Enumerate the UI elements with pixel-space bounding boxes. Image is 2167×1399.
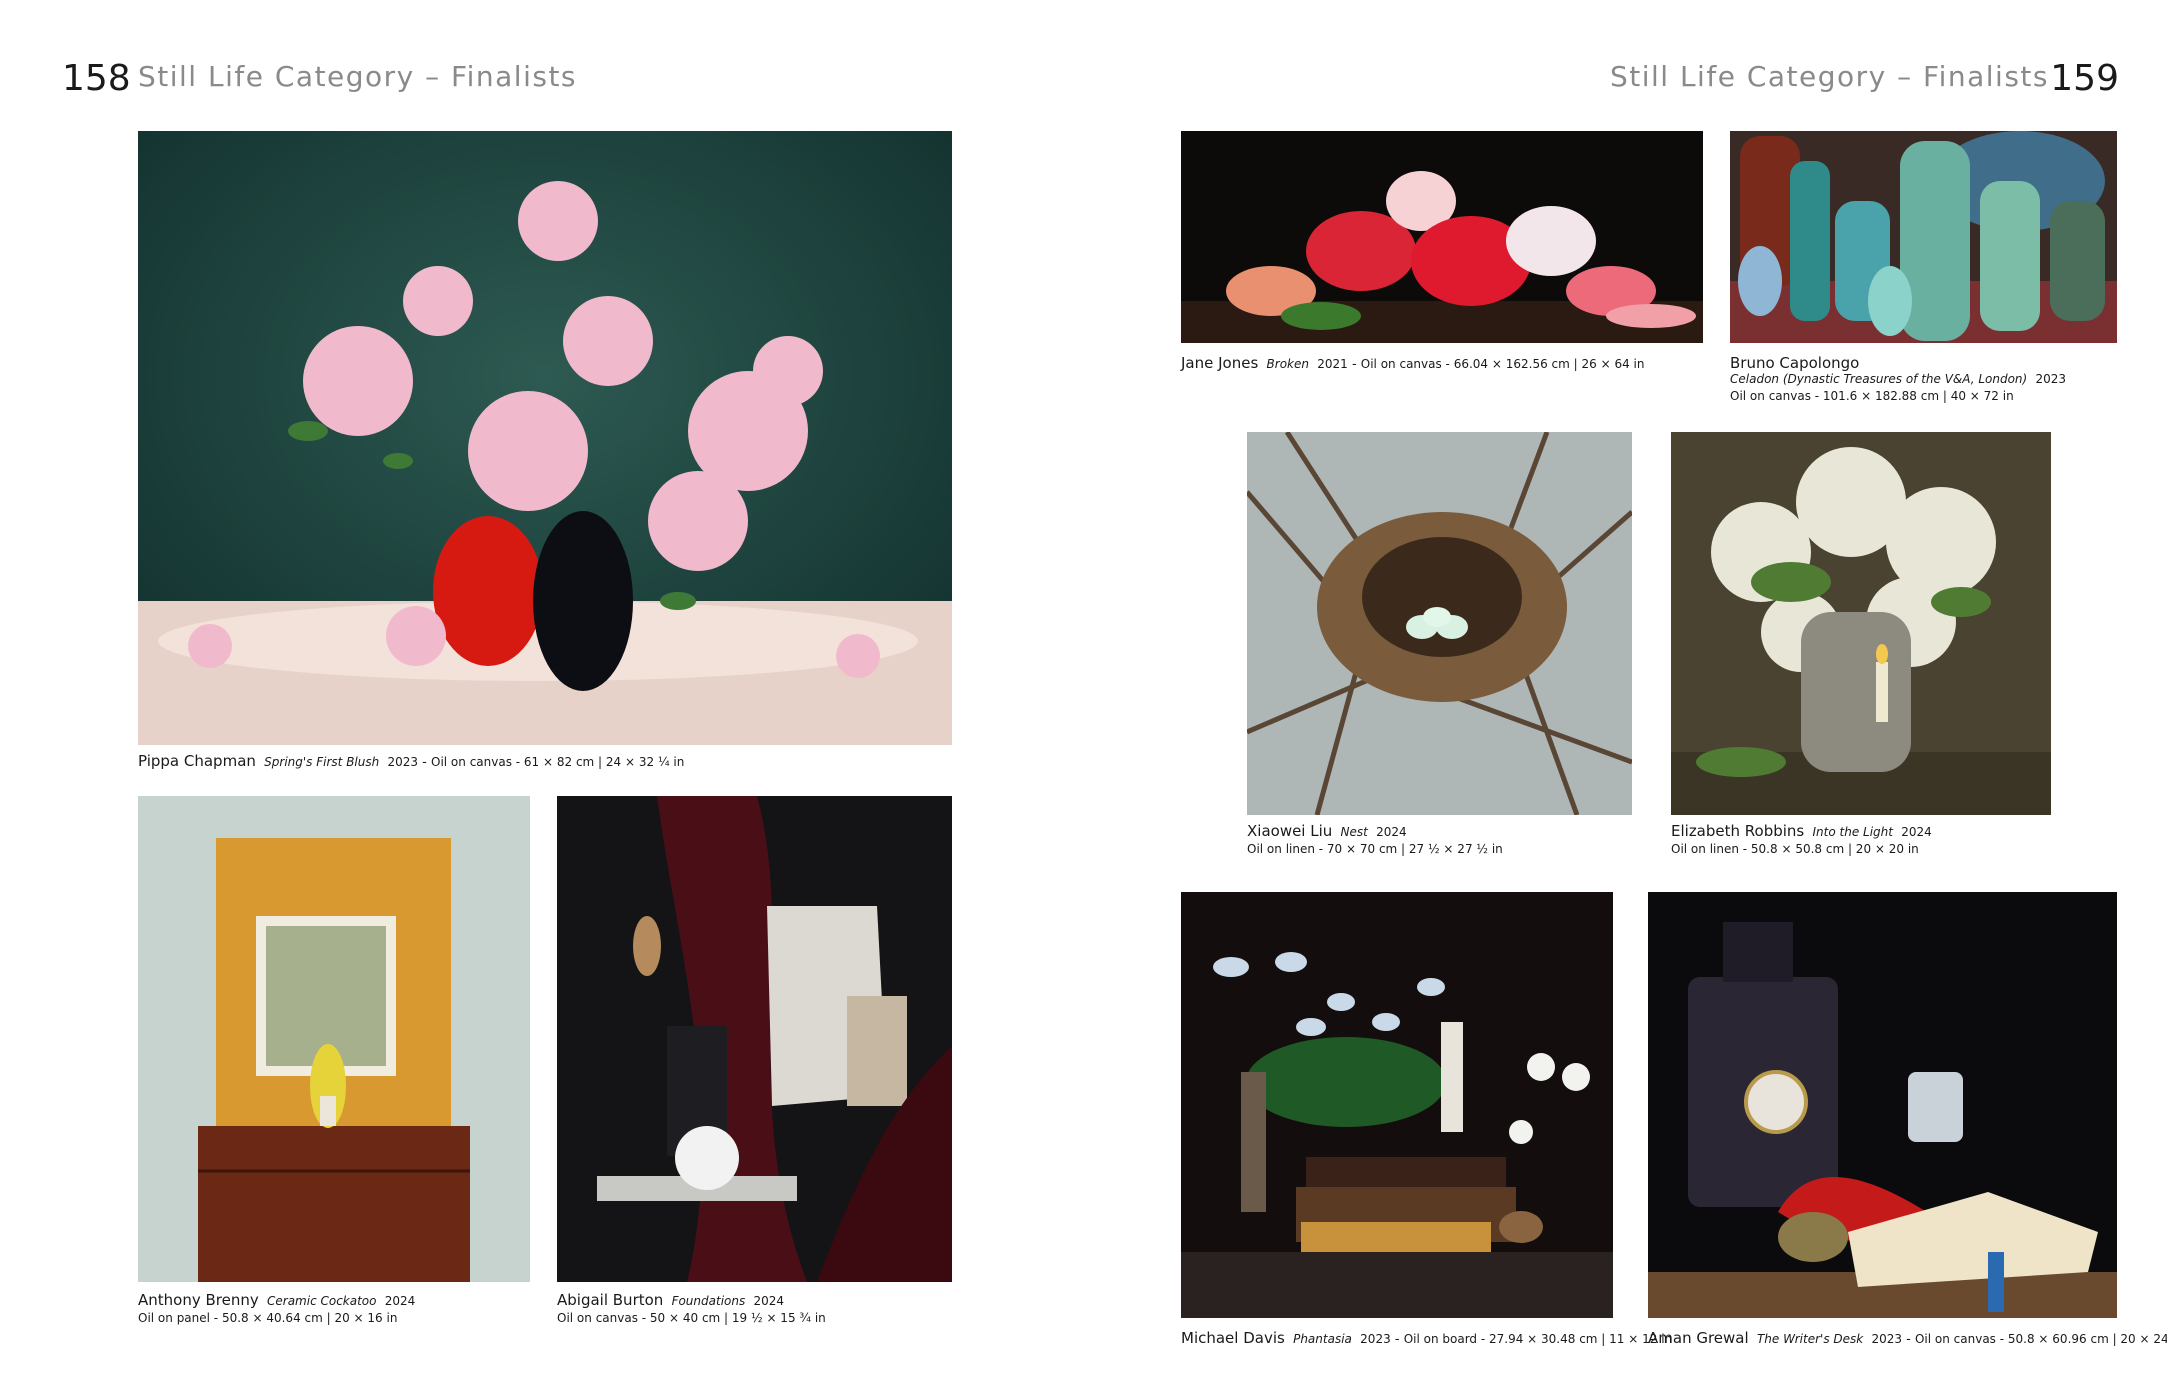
artwork-year: 2023	[1360, 1332, 1391, 1346]
caption-abigail-burton: Abigail Burton Foundations 2024 Oil on c…	[557, 1292, 826, 1326]
artwork-details: Oil on linen - 50.8 × 50.8 cm | 20 × 20 …	[1671, 842, 1919, 856]
artwork-title: Celadon (Dynastic Treasures of the V&A, …	[1730, 372, 2028, 386]
artwork-title: The Writer's Desk	[1756, 1332, 1864, 1346]
caption-aman-grewal: Aman Grewal The Writer's Desk 2023 - Oil…	[1648, 1330, 2167, 1348]
artist-name: Bruno Capolongo	[1730, 354, 1860, 372]
painting-broken	[1181, 131, 1703, 343]
artwork-details: Oil on board - 27.94 × 30.48 cm | 11 × 1…	[1403, 1332, 1673, 1346]
artist-name: Anthony Brenny	[138, 1291, 259, 1309]
painting-springs-first-blush	[138, 131, 952, 745]
artwork-title: Broken	[1266, 357, 1309, 371]
caption-michael-davis: Michael Davis Phantasia 2023 - Oil on bo…	[1181, 1329, 1673, 1347]
artist-name: Elizabeth Robbins	[1671, 822, 1805, 840]
artwork-details: Oil on canvas - 101.6 × 182.88 cm | 40 ×…	[1730, 389, 2014, 403]
artwork-details: Oil on panel - 50.8 × 40.64 cm | 20 × 16…	[138, 1311, 398, 1325]
artwork-title: Into the Light	[1812, 825, 1893, 839]
artwork-year: 2024	[1901, 825, 1932, 839]
painting-phantasia	[1181, 892, 1613, 1318]
right-page-number: 159	[2050, 58, 2119, 99]
painting-nest	[1247, 432, 1632, 815]
artwork-year: 2023	[1871, 1332, 1903, 1346]
caption-pippa-chapman: Pippa Chapman Spring's First Blush 2023 …	[138, 752, 685, 770]
artwork-title: Nest	[1340, 825, 1368, 839]
artist-name: Jane Jones	[1181, 354, 1259, 372]
painting-ceramic-cockatoo	[138, 796, 530, 1282]
caption-elizabeth-robbins: Elizabeth Robbins Into the Light 2024 Oi…	[1671, 823, 1932, 857]
caption-jane-jones: Jane Jones Broken 2021 - Oil on canvas -…	[1181, 354, 1645, 372]
painting-into-the-light	[1671, 432, 2051, 815]
artwork-details: Oil on canvas - 66.04 × 162.56 cm | 26 ×…	[1360, 357, 1645, 371]
artwork-year: 2023	[2035, 372, 2067, 386]
artwork-year: 2024	[384, 1294, 416, 1308]
artwork-year: 2023	[387, 755, 419, 769]
artist-name: Xiaowei Liu	[1247, 822, 1333, 840]
painting-foundations	[557, 796, 952, 1282]
artist-name: Michael Davis	[1181, 1329, 1285, 1347]
artwork-title: Foundations	[671, 1294, 746, 1308]
artist-name: Pippa Chapman	[138, 752, 256, 770]
artwork-title: Ceramic Cockatoo	[267, 1294, 377, 1308]
caption-xiaowei-liu: Xiaowei Liu Nest 2024 Oil on linen - 70 …	[1247, 823, 1503, 857]
caption-bruno-capolongo: Bruno Capolongo Celadon (Dynastic Treasu…	[1730, 355, 2066, 404]
artist-name: Abigail Burton	[557, 1291, 664, 1309]
left-page-title: Still Life Category – Finalists	[138, 60, 578, 93]
caption-anthony-brenny: Anthony Brenny Ceramic Cockatoo 2024 Oil…	[138, 1292, 415, 1326]
painting-celadon	[1730, 131, 2117, 343]
painting-the-writers-desk	[1648, 892, 2117, 1318]
artwork-year: 2021	[1317, 357, 1348, 371]
right-page-title: Still Life Category – Finalists	[1609, 60, 2049, 93]
artwork-title: Spring's First Blush	[264, 755, 380, 769]
left-page-number: 158	[62, 58, 131, 99]
artwork-details: Oil on canvas - 61 × 82 cm | 24 × 32 ¼ i…	[431, 755, 685, 769]
artwork-year: 2024	[1376, 825, 1407, 839]
artist-name: Aman Grewal	[1648, 1329, 1749, 1347]
artwork-details: Oil on linen - 70 × 70 cm | 27 ½ × 27 ½ …	[1247, 842, 1503, 856]
artwork-details: Oil on canvas - 50 × 40 cm | 19 ½ × 15 ¾…	[557, 1311, 826, 1325]
artwork-details: Oil on canvas - 50.8 × 60.96 cm | 20 × 2…	[1914, 1332, 2167, 1346]
artwork-title: Phantasia	[1293, 1332, 1352, 1346]
artwork-year: 2024	[753, 1294, 785, 1308]
